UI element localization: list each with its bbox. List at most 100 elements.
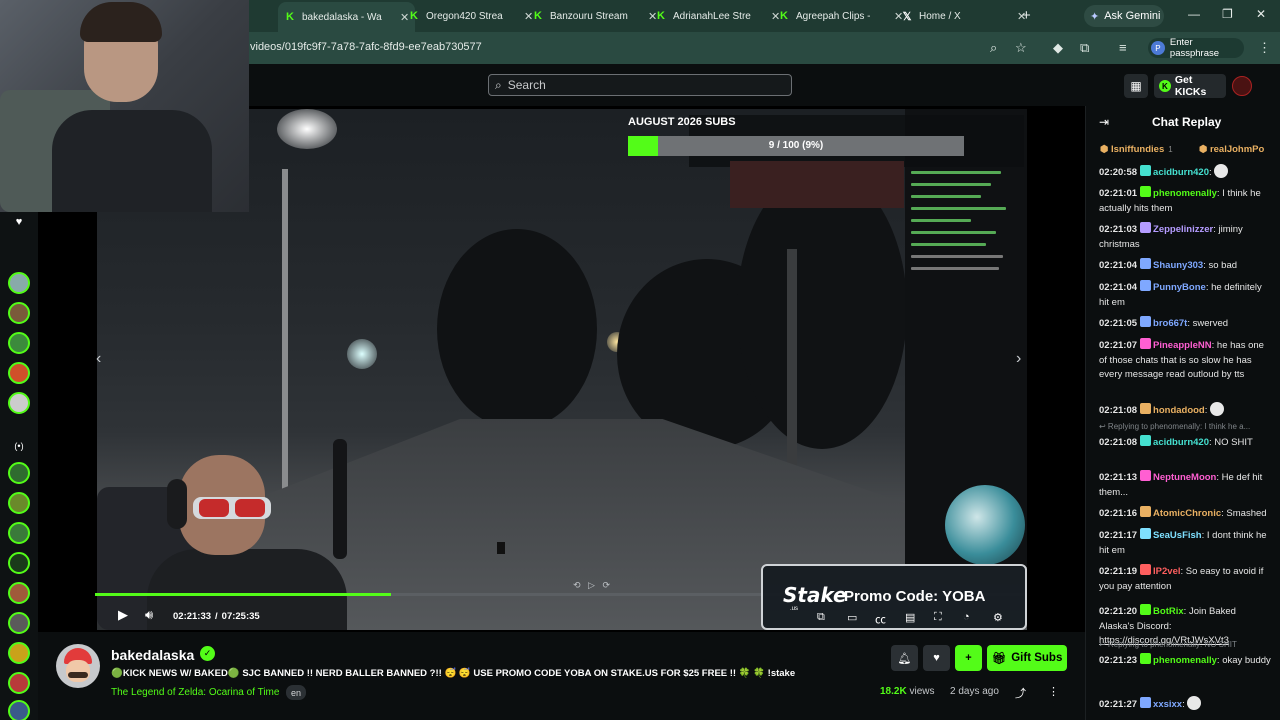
more-options-icon[interactable]: ⋮ <box>1048 685 1059 698</box>
passphrase-label: Enter passphrase <box>1169 37 1220 59</box>
heart-icon[interactable]: ♥ <box>9 212 29 232</box>
chat-username[interactable]: Zeppelinizzer <box>1153 224 1213 235</box>
chat-message: 02:20:58 acidburn420: <box>1099 164 1271 181</box>
chat-username[interactable]: bro667t <box>1153 318 1187 329</box>
stake-logo-sub: .us <box>790 606 799 612</box>
speed-icon[interactable]: ◔ <box>963 611 970 623</box>
ask-gemini-button[interactable]: ✦ Ask Gemini <box>1084 5 1164 27</box>
notification-bell-icon[interactable]: 🔔︎ <box>891 645 918 671</box>
browser-tab-agreepah[interactable]: K Agreepah Clips - ✕ <box>772 4 909 28</box>
rewards-icon[interactable]: ▦ <box>1124 74 1148 98</box>
browser-tab-adrianahlee[interactable]: K AdrianahLee Stre ✕ <box>649 4 786 28</box>
browser-tab-bakedalaska[interactable]: K bakedalaska - Wa ✕ <box>278 2 416 32</box>
next-arrow-icon[interactable]: › <box>1016 350 1021 368</box>
share-icon[interactable]: ⤴ <box>1015 685 1026 701</box>
chat-timestamp: 02:21:17 <box>1099 530 1138 541</box>
ask-gemini-label: Ask Gemini <box>1104 10 1161 22</box>
recommended-channel-avatar[interactable] <box>8 642 30 664</box>
chat-timestamp: 02:21:05 <box>1099 318 1138 329</box>
fullscreen-icon[interactable]: ⛶ <box>934 611 942 624</box>
chat-message: 02:21:04 Shauny303: so bad <box>1099 258 1238 271</box>
extension-diamond-icon[interactable]: ◆ <box>1053 40 1063 56</box>
chat-username[interactable]: SeaUsFish <box>1153 530 1202 541</box>
chat-username[interactable]: IP2vel <box>1153 566 1180 577</box>
chat-panel: ⇥ Chat Replay ⬢ Isniffundies 1 ⬢ realJohm… <box>1085 106 1280 720</box>
settings-gear-icon[interactable]: ⚙ <box>993 611 1003 624</box>
followed-channel-avatar[interactable] <box>8 332 30 354</box>
recommended-channel-avatar[interactable] <box>8 462 30 484</box>
clip-icon[interactable]: ▤ <box>905 611 915 624</box>
chat-username[interactable]: PunnyBone <box>1153 282 1206 293</box>
chat-username[interactable]: PineappleNN <box>1153 340 1212 351</box>
browser-menu-icon[interactable]: ⋮ <box>1258 40 1271 56</box>
restore-icon[interactable]: ❐ <box>1222 7 1233 21</box>
kick-favicon-icon: K <box>410 10 418 22</box>
category-link[interactable]: The Legend of Zelda: Ocarina of Time <box>111 687 279 698</box>
theater-mode-icon[interactable]: ▭ <box>847 611 857 624</box>
passphrase-profile-button[interactable]: P Enter passphrase <box>1148 37 1244 59</box>
subscriber-badge-icon <box>1140 186 1152 197</box>
recommended-channel-avatar[interactable] <box>8 672 30 694</box>
followed-channel-avatar[interactable] <box>8 272 30 294</box>
recommended-channel-avatar[interactable] <box>8 492 30 514</box>
browser-tab-oregon420[interactable]: K Oregon420 Strea ✕ <box>402 4 539 28</box>
recommended-channel-avatar[interactable] <box>8 522 30 544</box>
search-input[interactable]: ⌕ Search <box>488 74 792 96</box>
gift-subs-button[interactable]: 🎁︎ Gift Subs <box>987 645 1067 671</box>
recommended-channel-avatar[interactable] <box>8 700 30 720</box>
browser-tab-banzouru[interactable]: K Banzouru Stream ✕ <box>526 4 663 28</box>
reply-context[interactable]: ↩ Replying to phenomenally: NO SHIT <box>1099 638 1271 653</box>
subscriber-badge-icon <box>1140 528 1152 539</box>
top-gifter[interactable]: ⬢ Isniffundies 1 <box>1100 144 1173 155</box>
followed-channel-avatar[interactable] <box>8 392 30 414</box>
minimize-icon[interactable]: — <box>1188 7 1200 21</box>
language-tag[interactable]: en <box>286 685 307 700</box>
chat-message: ↩ Replying to phenomenally: NO SHIT 02:21… <box>1099 638 1271 666</box>
top-gifter[interactable]: ⬢ realJohmPo <box>1199 144 1264 155</box>
followed-channel-avatar[interactable] <box>8 302 30 324</box>
chat-username[interactable]: acidburn420 <box>1153 167 1209 178</box>
chat-username[interactable]: BotRix <box>1153 606 1184 617</box>
live-channels-icon[interactable]: (•) <box>9 436 29 456</box>
top-gifter-name: Isniffundies <box>1110 144 1165 155</box>
extensions-icon[interactable]: ⧉ <box>1080 40 1089 56</box>
channel-name[interactable]: bakedalaska <box>111 647 194 663</box>
tab-label: Agreepah Clips - <box>796 10 871 22</box>
zoom-icon[interactable]: ⌕ <box>990 40 997 56</box>
chat-username[interactable]: phenomenally <box>1153 655 1217 666</box>
chat-username[interactable]: acidburn420 <box>1153 437 1209 448</box>
time-display: 02:21:33/07:25:35 <box>173 611 260 622</box>
chat-username[interactable]: NeptuneMoon <box>1153 472 1216 483</box>
url-text[interactable]: videos/019fc9f7-7a78-7afc-8fd9-ee7eab730… <box>250 41 482 53</box>
chat-username[interactable]: Shauny303 <box>1153 260 1203 271</box>
play-icon[interactable]: ▶ <box>118 607 128 623</box>
chat-username[interactable]: hondadood <box>1153 405 1205 416</box>
subscribe-plus-button[interactable]: + <box>955 645 982 671</box>
new-tab-icon[interactable]: + <box>1022 7 1031 24</box>
collapse-chat-icon[interactable]: ⇥ <box>1099 115 1109 129</box>
kick-favicon-icon: K <box>657 10 665 22</box>
recommended-channel-avatar[interactable] <box>8 582 30 604</box>
captions-icon[interactable]: ㏄ <box>875 611 886 627</box>
chat-username[interactable]: AtomicChronic <box>1153 508 1221 519</box>
recommended-channel-avatar[interactable] <box>8 552 30 574</box>
browser-tab-x-home[interactable]: 𝕏 Home / X ✕ <box>895 4 1032 28</box>
previous-arrow-icon[interactable]: ‹ <box>96 350 101 368</box>
reply-context[interactable]: ↩ Replying to phenomenally: I think he a… <box>1099 420 1271 435</box>
recommended-channel-avatar[interactable] <box>8 612 30 634</box>
subscriber-badge-icon <box>1140 165 1152 176</box>
subscriber-badge-icon <box>1140 434 1152 446</box>
volume-icon[interactable]: 🔊︎ <box>145 607 153 623</box>
chat-username[interactable]: xxsixx <box>1153 699 1182 710</box>
stream-title: 🟢KICK NEWS W/ BAKED🟢 SJC BANNED !! NERD … <box>111 668 796 679</box>
follow-heart-icon[interactable]: ♥ <box>923 645 950 671</box>
get-kicks-button[interactable]: K Get KICKs <box>1154 74 1226 98</box>
user-avatar[interactable] <box>1232 76 1252 96</box>
close-window-icon[interactable]: ✕ <box>1256 7 1266 21</box>
picture-in-picture-icon[interactable]: ⧉ <box>817 611 825 624</box>
channel-avatar[interactable] <box>56 644 100 688</box>
chat-username[interactable]: phenomenally <box>1153 188 1217 199</box>
followed-channel-avatar[interactable] <box>8 362 30 384</box>
media-controls-icon[interactable]: ≡ <box>1119 40 1127 55</box>
bookmark-star-icon[interactable]: ☆ <box>1015 40 1027 56</box>
